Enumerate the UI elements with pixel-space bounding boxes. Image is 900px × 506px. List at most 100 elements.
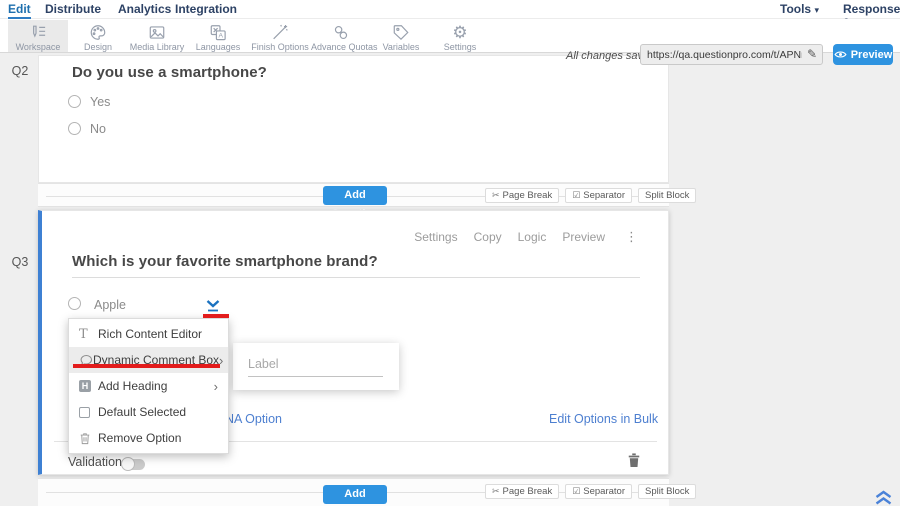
add-question-button[interactable]: Add Question xyxy=(323,186,387,205)
tag-icon xyxy=(371,23,431,42)
menu-item-default-selected[interactable]: Default Selected xyxy=(69,399,228,425)
eye-icon xyxy=(834,50,847,59)
separator-button[interactable]: ☑Separator xyxy=(565,484,632,499)
toolbar-label: Design xyxy=(68,42,128,52)
option-label-apple[interactable]: Apple xyxy=(94,298,126,312)
gear-icon: ⚙ xyxy=(430,23,490,42)
media-library-icon xyxy=(127,23,187,42)
svg-text:A: A xyxy=(219,33,224,40)
double-chevron-up-icon xyxy=(874,489,893,506)
nav-tab-integration[interactable]: Integration xyxy=(175,2,237,16)
question-logic-link[interactable]: Logic xyxy=(518,230,547,244)
separator-icon: ☑ xyxy=(572,486,580,497)
toolbar-label: Media Library xyxy=(127,42,187,52)
menu-item-label: Rich Content Editor xyxy=(98,327,202,341)
option-label-no[interactable]: No xyxy=(90,122,106,136)
menu-item-label: Add Heading xyxy=(98,379,167,393)
add-question-button[interactable]: Add Question xyxy=(323,485,387,504)
toolbar-item-settings[interactable]: ⚙ Settings xyxy=(430,20,490,52)
page-break-label: Page Break xyxy=(503,190,553,201)
scissors-icon: ✂ xyxy=(492,190,500,201)
top-nav: Edit Distribute Analytics Integration To… xyxy=(0,0,900,19)
submenu-arrow-icon: › xyxy=(214,379,218,394)
preview-button[interactable]: Preview xyxy=(833,44,893,65)
annotation-underline-chevron xyxy=(203,314,229,318)
page-break-button[interactable]: ✂Page Break xyxy=(485,484,559,499)
question-settings-link[interactable]: Settings xyxy=(414,230,457,244)
questionpro-edit-screen: Edit Distribute Analytics Integration To… xyxy=(0,0,900,506)
title-underline xyxy=(72,277,640,278)
scissors-icon: ✂ xyxy=(492,486,500,497)
question-actions: Settings Copy Logic Preview ⋮ xyxy=(414,229,638,245)
workspace-icon xyxy=(8,23,68,42)
question-number-q2: Q2 xyxy=(6,64,34,78)
comment-label-popup xyxy=(233,343,399,390)
na-option-link[interactable]: NA Option xyxy=(225,412,282,426)
validation-toggle[interactable] xyxy=(123,459,145,470)
menu-item-dynamic-comment-box[interactable]: Dynamic Comment Box › xyxy=(69,347,228,373)
radio-option-no[interactable] xyxy=(68,122,81,135)
radio-option-yes[interactable] xyxy=(68,95,81,108)
chevron-down-icon: ▾ xyxy=(814,5,819,15)
survey-url-input[interactable] xyxy=(647,45,802,64)
more-options-icon[interactable]: ⋮ xyxy=(625,229,638,245)
question-copy-link[interactable]: Copy xyxy=(474,230,502,244)
toolbar-label: Finish Options xyxy=(250,42,310,52)
toolbar-item-variables[interactable]: Variables xyxy=(371,20,431,52)
option-menu-chevron-icon[interactable] xyxy=(204,299,222,313)
edit-url-pencil-icon[interactable]: ✎ xyxy=(807,47,817,61)
question-title-q2[interactable]: Do you use a smartphone? xyxy=(72,64,267,81)
design-palette-icon xyxy=(68,23,128,42)
trash-icon xyxy=(79,432,98,445)
option-context-menu: T Rich Content Editor Dynamic Comment Bo… xyxy=(68,318,229,454)
menu-item-label: Remove Option xyxy=(98,431,181,445)
toolbar-item-finish-options[interactable]: Finish Options xyxy=(250,20,310,52)
toolbar-item-design[interactable]: Design xyxy=(68,20,128,52)
separator-label: Separator xyxy=(583,190,625,201)
toolbar-label: Languages xyxy=(188,42,248,52)
tools-menu[interactable]: Tools ▾ xyxy=(780,2,819,16)
toolbar-item-media-library[interactable]: Media Library xyxy=(127,20,187,52)
toolbar-item-workspace[interactable]: Workspace xyxy=(8,20,68,52)
toggle-knob xyxy=(121,457,135,471)
checkbox-icon xyxy=(79,407,98,418)
toolbar-label: Advance Quotas xyxy=(311,42,371,52)
separator-label: Separator xyxy=(583,486,625,497)
toolbar-label: Settings xyxy=(430,42,490,52)
delete-question-trash-icon[interactable] xyxy=(627,452,641,468)
edit-options-in-bulk-link[interactable]: Edit Options in Bulk xyxy=(549,412,658,426)
question-preview-link[interactable]: Preview xyxy=(562,230,605,244)
page-break-label: Page Break xyxy=(503,486,553,497)
text-format-icon: T xyxy=(79,327,98,342)
page-break-button[interactable]: ✂Page Break xyxy=(485,188,559,203)
toolbar-item-advance-quotas[interactable]: Advance Quotas xyxy=(311,20,371,52)
tools-label: Tools xyxy=(780,2,811,16)
validation-label: Validation xyxy=(68,455,122,469)
question-card-q2: Do you use a smartphone? Yes No xyxy=(38,55,669,183)
magic-wand-icon xyxy=(250,23,310,42)
radio-option-apple[interactable] xyxy=(68,297,81,310)
split-block-button[interactable]: Split Block xyxy=(638,484,696,499)
nav-tab-edit[interactable]: Edit xyxy=(8,2,31,19)
toolbar-label: Workspace xyxy=(8,42,68,52)
toolbar-item-languages[interactable]: A Languages xyxy=(188,20,248,52)
separator-button[interactable]: ☑Separator xyxy=(565,188,632,203)
split-block-button[interactable]: Split Block xyxy=(638,188,696,203)
comment-label-input[interactable] xyxy=(248,351,383,377)
nav-tab-distribute[interactable]: Distribute xyxy=(45,2,101,16)
toolbar-label: Variables xyxy=(371,42,431,52)
menu-item-remove-option[interactable]: Remove Option xyxy=(69,425,228,451)
nav-tab-analytics[interactable]: Analytics xyxy=(118,2,171,16)
preview-label: Preview xyxy=(851,49,893,61)
split-block-label: Split Block xyxy=(645,190,689,201)
option-label-yes[interactable]: Yes xyxy=(90,95,110,109)
menu-item-rich-content-editor[interactable]: T Rich Content Editor xyxy=(69,321,228,347)
scroll-to-top-button[interactable] xyxy=(874,489,893,506)
question-title-q3[interactable]: Which is your favorite smartphone brand? xyxy=(72,253,378,270)
languages-icon: A xyxy=(188,23,248,42)
separator-icon: ☑ xyxy=(572,190,580,201)
menu-item-label: Default Selected xyxy=(98,405,186,419)
editor-toolbar: Workspace Design Media Library A Languag… xyxy=(0,19,900,53)
survey-url-box: ✎ xyxy=(640,44,823,65)
menu-item-add-heading[interactable]: H Add Heading › xyxy=(69,373,228,399)
